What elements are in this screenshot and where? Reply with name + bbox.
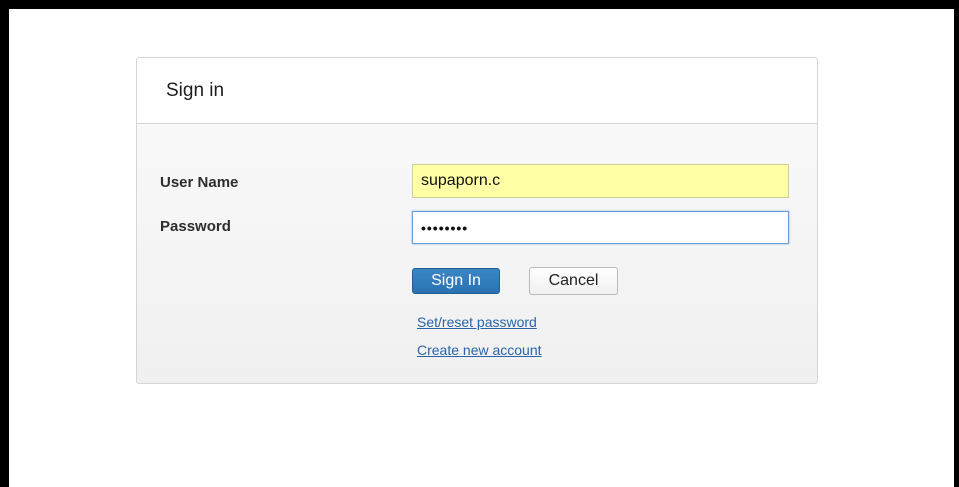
create-account-link[interactable]: Create new account — [417, 342, 542, 358]
password-label: Password — [160, 218, 231, 235]
cancel-button[interactable]: Cancel — [529, 267, 618, 295]
password-input[interactable] — [412, 211, 789, 244]
panel-title: Sign in — [166, 80, 225, 101]
reset-password-link[interactable]: Set/reset password — [417, 314, 537, 330]
signin-panel: Sign in User Name Password Sign In Cance… — [136, 57, 818, 384]
panel-header: Sign in — [137, 58, 817, 124]
username-input[interactable] — [412, 164, 789, 198]
sign-in-button[interactable]: Sign In — [412, 268, 500, 294]
username-label: User Name — [160, 174, 239, 191]
